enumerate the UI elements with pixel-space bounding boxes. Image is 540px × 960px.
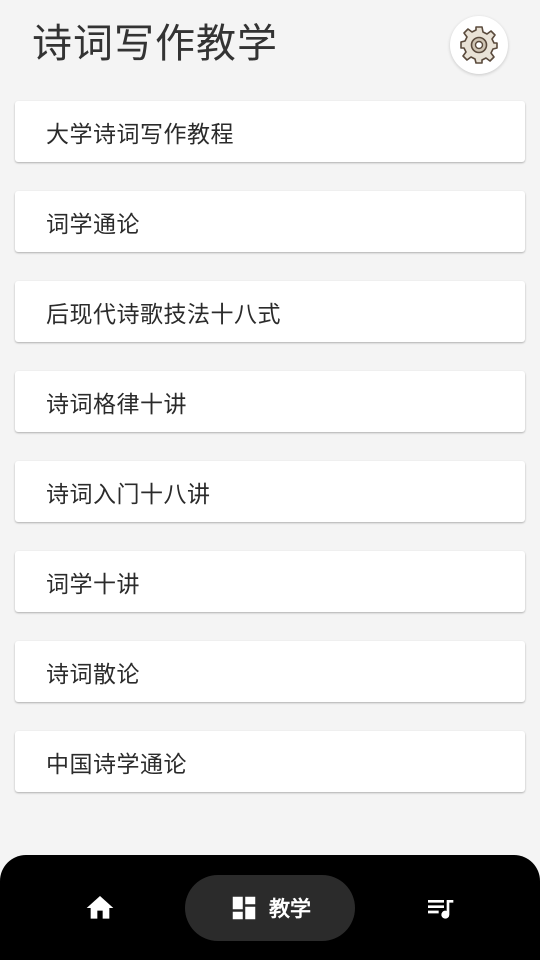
- course-item[interactable]: 大学诗词写作教程: [15, 101, 525, 162]
- dashboard-icon: [232, 896, 256, 920]
- course-item[interactable]: 词学通论: [15, 191, 525, 252]
- course-item-label: 诗词入门十八讲: [46, 481, 211, 508]
- bottom-navigation: 教学: [0, 855, 540, 960]
- course-item[interactable]: 诗词入门十八讲: [15, 461, 525, 522]
- course-item[interactable]: 诗词散论: [15, 641, 525, 702]
- course-item[interactable]: 后现代诗歌技法十八式: [15, 281, 525, 342]
- course-item-label: 词学通论: [46, 211, 140, 238]
- course-item-label: 后现代诗歌技法十八式: [46, 301, 281, 328]
- course-item[interactable]: 中国诗学通论: [15, 731, 525, 792]
- course-item[interactable]: 诗词格律十讲: [15, 371, 525, 432]
- course-item-label: 诗词格律十讲: [46, 391, 187, 418]
- gear-icon: [460, 26, 498, 64]
- app-header: 诗词写作教学: [0, 0, 540, 92]
- course-item-label: 词学十讲: [46, 571, 140, 598]
- settings-button[interactable]: [450, 16, 508, 74]
- course-item-label: 大学诗词写作教程: [46, 121, 234, 148]
- course-item-label: 中国诗学通论: [46, 751, 187, 778]
- nav-playlist-button[interactable]: [410, 883, 470, 933]
- home-icon: [86, 896, 114, 919]
- nav-teach-button[interactable]: 教学: [185, 875, 355, 941]
- nav-home-button[interactable]: [70, 883, 130, 933]
- playlist-music-icon: [428, 900, 454, 919]
- page-title: 诗词写作教学: [32, 21, 278, 67]
- course-item-label: 诗词散论: [46, 661, 140, 688]
- course-list: 大学诗词写作教程 词学通论 后现代诗歌技法十八式 诗词格律十讲 诗词入门十八讲 …: [15, 101, 525, 821]
- nav-teach-label: 教学: [269, 897, 311, 921]
- course-item[interactable]: 词学十讲: [15, 551, 525, 612]
